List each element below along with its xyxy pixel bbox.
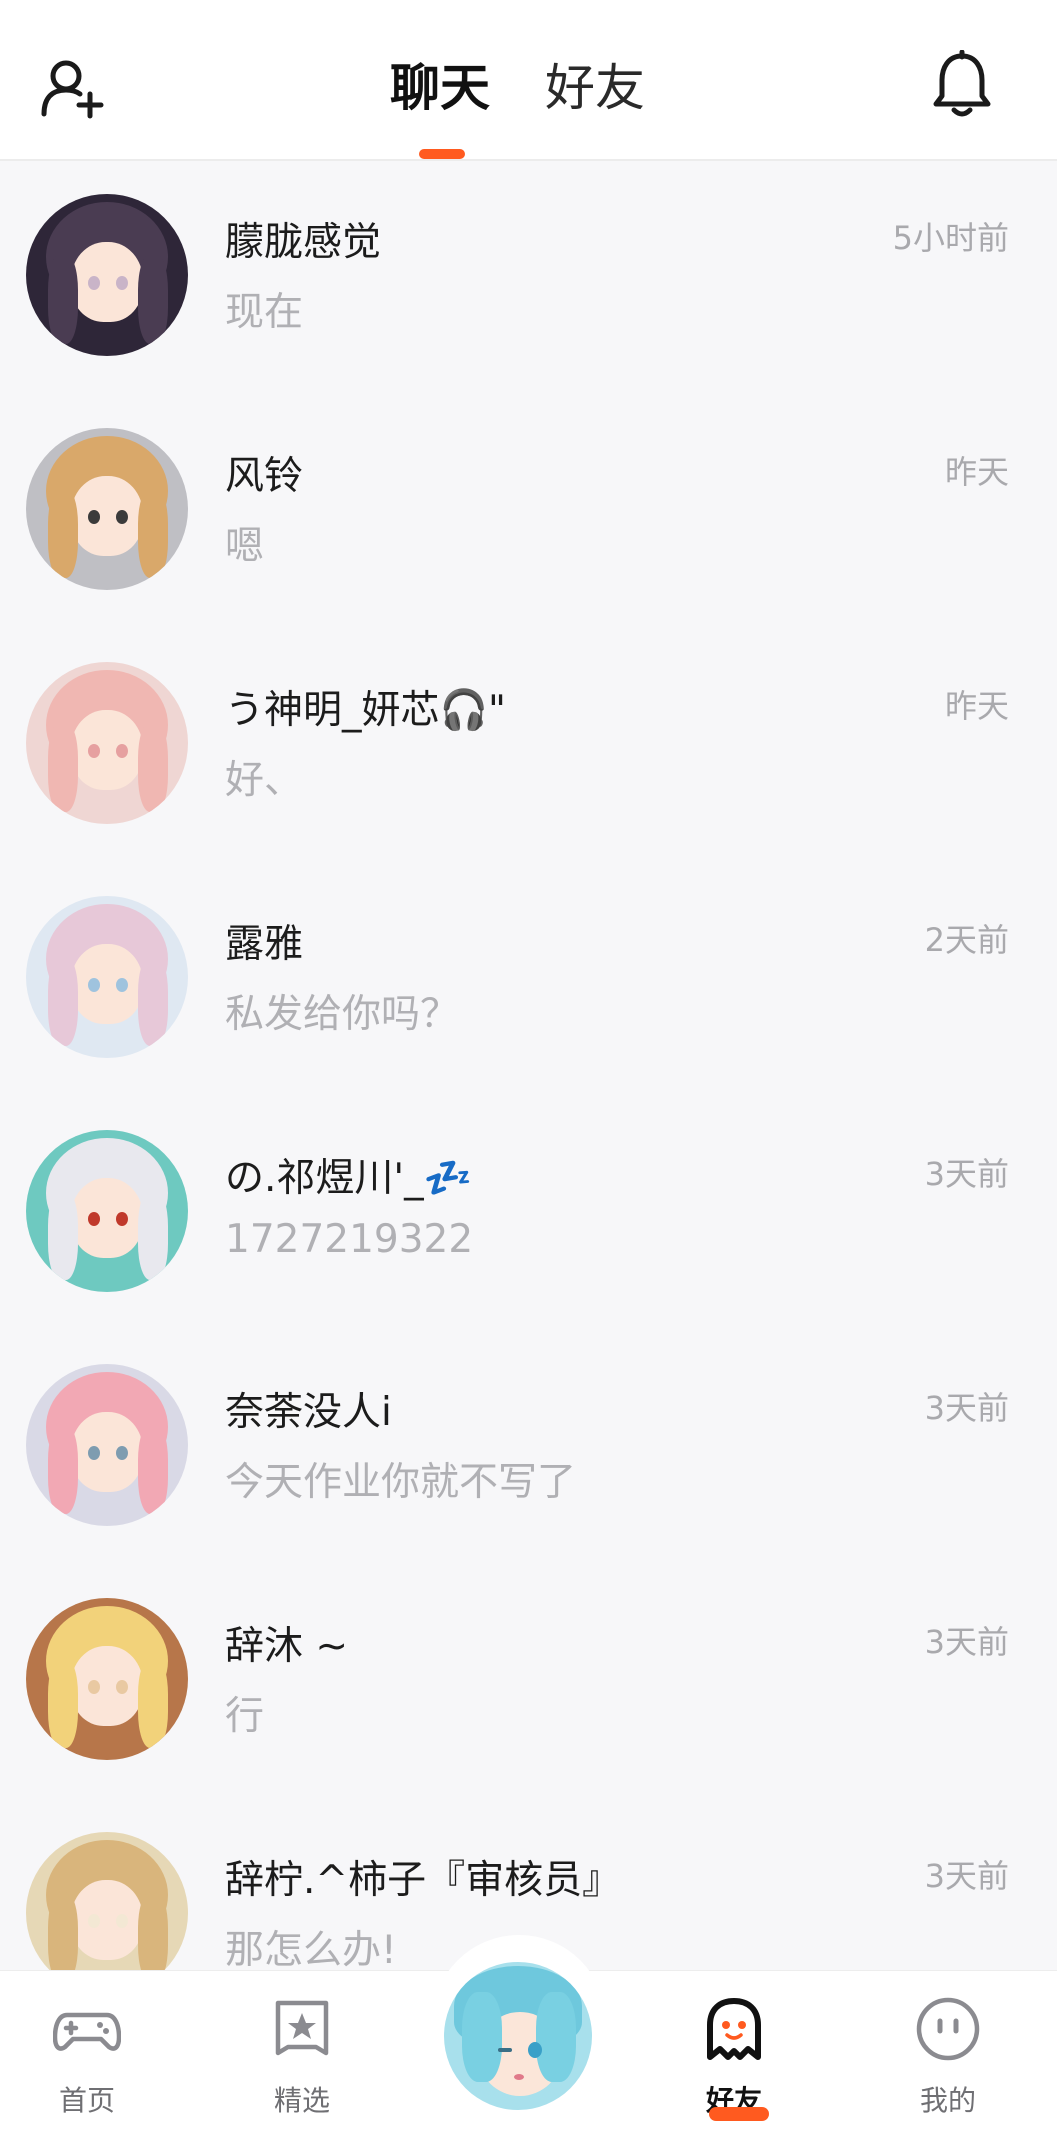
nav-mine-label: 我的 [919,2084,976,2117]
header-tabs: 聊天 好友 [0,48,1057,128]
last-message: 私发给你吗？ [225,992,460,1037]
avatar[interactable] [26,662,188,824]
tab-friends[interactable]: 好友 [545,48,645,128]
contact-name: う神明_妍芯🎧" [225,688,506,733]
message-time: 5小时前 [892,219,1009,257]
conversation-row[interactable]: 露雅 2天前私发给你吗？ [0,863,1057,1097]
gamepad-icon [53,2012,121,2051]
avatar[interactable] [26,428,188,590]
nav-friends[interactable]: 好友 [664,1971,804,2139]
nav-mine[interactable]: 我的 [878,1971,1018,2139]
last-message: 现在 [225,290,304,335]
message-time: 昨天 [944,453,1009,491]
last-message: 嗯 [225,524,265,569]
message-time: 3天前 [924,1155,1009,1193]
last-message: 1727219322 [225,1217,474,1262]
avatar[interactable] [26,1598,188,1760]
message-time: 昨天 [944,687,1009,725]
contact-name: 奈荼没人i [225,1390,392,1435]
contact-name: 露雅 [225,922,304,967]
conversation-row[interactable]: 朦胧感觉 5小时前现在 [0,161,1057,395]
contact-name: 朦胧感觉 [225,220,382,265]
avatar[interactable] [26,1364,188,1526]
last-message: 今天作业你就不写了 [225,1460,577,1505]
last-message: 行 [225,1694,265,1739]
active-tab-indicator [419,149,465,159]
tab-chat[interactable]: 聊天 [390,48,490,128]
message-time: 3天前 [924,1389,1009,1427]
contact-name: 风铃 [225,454,304,499]
nav-home[interactable]: 首页 [17,1971,157,2139]
conversation-row[interactable]: 风铃 昨天嗯 [0,395,1057,629]
nav-active-underline [709,2107,769,2121]
avatar[interactable] [26,896,188,1058]
last-message: 好、 [225,758,304,803]
conversation-row[interactable]: 辞沐 ~ 3天前行 [0,1565,1057,1799]
conversation-row[interactable]: の.祁煜川'_💤 3天前 1727219322 [0,1097,1057,1331]
contact-name: 辞沐 ~ [225,1624,349,1669]
conversation-row[interactable]: 奈荼没人i 3天前今天作业你就不写了 [0,1331,1057,1565]
smiley-icon [916,1997,980,2061]
contact-name: 辞柠.^柿子『审核员』 [225,1858,622,1903]
ghost-icon [707,1998,761,2060]
bell-icon[interactable] [930,50,994,120]
avatar[interactable] [26,194,188,356]
profile-avatar[interactable] [444,1962,592,2110]
last-message: 那怎么办! [225,1928,397,1973]
message-time: 3天前 [924,1857,1009,1895]
conversation-row[interactable]: う神明_妍芯🎧" 昨天好、 [0,629,1057,863]
star-bookmark-icon [275,2000,329,2056]
nav-featured-label: 精选 [273,2084,330,2117]
avatar[interactable] [26,1130,188,1292]
message-time: 3天前 [924,1623,1009,1661]
nav-featured[interactable]: 精选 [232,1971,372,2139]
top-header: 聊天 好友 [0,0,1057,161]
message-time: 2天前 [924,921,1009,959]
nav-home-label: 首页 [58,2084,115,2117]
contact-name: の.祁煜川'_💤 [225,1156,473,1201]
